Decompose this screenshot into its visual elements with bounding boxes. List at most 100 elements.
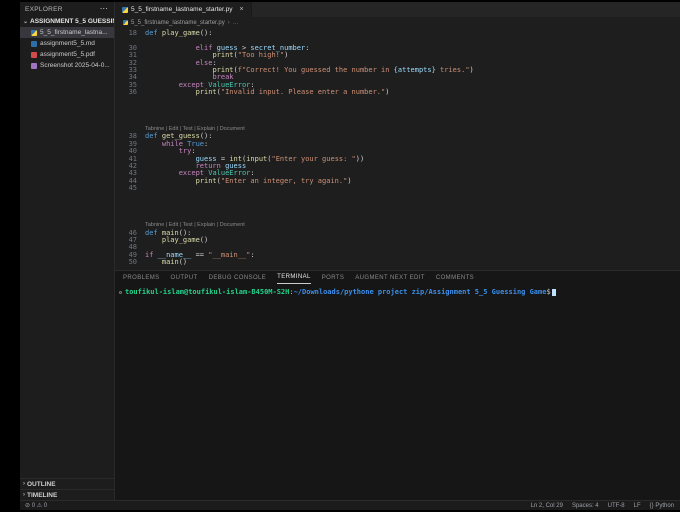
token: (): <box>199 29 213 37</box>
file-item-screenshot-2025-04-0-[interactable]: Screenshot 2025-04-0... <box>20 60 114 71</box>
token: def <box>145 29 158 37</box>
outline-section[interactable]: › OUTLINE <box>20 478 114 489</box>
status-bar: ⊘ 0 ⚠ 0 Ln 2, Col 29 Spaces: 4 UTF-8 LF {} P… <box>20 500 680 510</box>
chevron-right-icon: › <box>23 492 25 498</box>
token: == <box>191 250 209 259</box>
tabnine-codelens[interactable]: Tabnine | Edit | Test | Explain | Docume… <box>115 222 680 229</box>
terminal-user-host: toufikul-islam@toufikul-islam-B450M-S2H <box>125 288 290 296</box>
error-icon: ⊘ <box>25 503 31 509</box>
status-spaces-4[interactable]: Spaces: 4 <box>572 503 599 509</box>
markdown-file-icon <box>31 40 37 47</box>
warning-icon: ⚠ <box>36 503 43 509</box>
breadcrumb-file[interactable]: 5_5_firstname_lastname_starter.py <box>131 20 225 26</box>
file-item-assignment5-5-pdf[interactable]: assignment5_5.pdf <box>20 49 114 60</box>
token: play_game <box>161 235 200 244</box>
editor-tabbar: 5_5_firstname_lastname_starter.py × <box>115 2 680 17</box>
breadcrumb-more: … <box>232 19 239 26</box>
timeline-section[interactable]: › TIMELINE <box>20 489 114 500</box>
terminal-prompt: toufikul-islam@toufikul-islam-B450M-S2H:… <box>117 288 680 296</box>
line-number <box>115 207 137 214</box>
code-spacer <box>115 97 680 104</box>
status-ln-2-col-29[interactable]: Ln 2, Col 29 <box>531 503 563 509</box>
code-spacer <box>115 207 680 214</box>
token: ) <box>284 51 289 60</box>
panel-tab-comments[interactable]: COMMENTS <box>436 272 474 284</box>
breadcrumb[interactable]: 5_5_firstname_lastname_starter.py › … <box>115 17 680 28</box>
file-list: 5_5_firstname_lastna... assignment5_5.mda… <box>20 27 114 71</box>
chevron-down-icon: ⌄ <box>23 19 29 25</box>
status-left: ⊘ 0 ⚠ 0 <box>25 502 47 509</box>
token: "__main__" <box>208 250 251 259</box>
token: () <box>199 235 209 244</box>
bottom-panel: PROBLEMS OUTPUT DEBUG CONSOLE TERMINAL PORTS… <box>115 270 680 500</box>
warning-count: 0 <box>43 503 48 509</box>
code-line-47: 47 play_game() <box>115 235 680 244</box>
line-number <box>115 200 137 207</box>
token: ) <box>385 88 390 97</box>
panel-tab-output[interactable]: OUTPUT <box>171 272 198 284</box>
token: play_game <box>161 29 200 37</box>
outline-label: OUTLINE <box>27 480 56 488</box>
explorer-header: EXPLORER ⋯ <box>20 2 114 16</box>
token: : <box>204 139 209 148</box>
status-lf[interactable]: LF <box>634 503 641 509</box>
code-editor[interactable]: 18 def play_game(): 30 elif guess > secret… <box>115 28 680 270</box>
terminal[interactable]: toufikul-islam@toufikul-islam-B450M-S2H:… <box>115 284 680 500</box>
code-text: def play_game(): <box>145 29 213 37</box>
file-item-5-5-firstname-lastna-[interactable]: 5_5_firstname_lastna... <box>20 27 114 38</box>
errors-warnings-indicator[interactable]: ⊘ 0 ⚠ 0 <box>25 502 47 509</box>
panel-tab-ports[interactable]: PORTS <box>322 272 345 284</box>
panel-tab-terminal[interactable]: TERMINAL <box>277 271 311 284</box>
explorer-title: EXPLORER <box>25 5 63 13</box>
token: "Enter an integer, try again." <box>220 176 348 185</box>
image-file-icon <box>31 62 37 69</box>
panel-tab-debug-console[interactable]: DEBUG CONSOLE <box>209 272 267 284</box>
line-number <box>115 104 137 111</box>
panel-tab-problems[interactable]: PROBLEMS <box>123 272 160 284</box>
error-count: 0 <box>31 503 36 509</box>
screen: EXPLORER ⋯ ⌄ ASSIGNMENT 5_5 GUESSIN... 5… <box>0 0 680 512</box>
main-area: EXPLORER ⋯ ⌄ ASSIGNMENT 5_5 GUESSIN... 5… <box>20 2 680 500</box>
panel-tabbar: PROBLEMS OUTPUT DEBUG CONSOLE TERMINAL PORTS… <box>115 271 680 284</box>
token: "Invalid input. Please enter a number." <box>220 88 386 97</box>
status-utf-8[interactable]: UTF-8 <box>608 503 625 509</box>
code-spacer <box>115 215 680 222</box>
command-decoration-icon <box>119 290 122 294</box>
token: input <box>246 154 268 163</box>
status--python[interactable]: {} Python <box>650 503 674 509</box>
terminal-cwd: ~/Downloads/pythone project zip/Assignme… <box>293 288 547 296</box>
code-text: print("Invalid input. Please enter a num… <box>145 88 390 97</box>
chevron-right-icon: › <box>227 19 230 26</box>
panel-tab-augment-next-edit[interactable]: AUGMENT NEXT EDIT <box>355 272 425 284</box>
token: f"Correct! You guessed the number in <box>237 65 394 74</box>
terminal-dollar: $ <box>546 288 551 296</box>
python-file-icon <box>122 6 128 13</box>
editor-tab[interactable]: 5_5_firstname_lastname_starter.py × <box>115 2 252 17</box>
vscode-window: EXPLORER ⋯ ⌄ ASSIGNMENT 5_5 GUESSIN... 5… <box>20 2 680 510</box>
token: tries." <box>435 65 470 74</box>
code-text: print("Enter an integer, try again.") <box>145 176 352 185</box>
line-number <box>115 111 137 118</box>
code-line-36: 36 print("Invalid input. Please enter a … <box>115 88 680 97</box>
tab-label: 5_5_firstname_lastname_starter.py <box>131 6 233 13</box>
tab-close-icon[interactable]: × <box>240 6 244 13</box>
line-number <box>115 119 137 126</box>
explorer-more-icon[interactable]: ⋯ <box>100 5 108 13</box>
code-line-50: 50 main() <box>115 258 680 267</box>
file-name: assignment5_5.pdf <box>40 51 95 58</box>
code-spacer <box>115 111 680 118</box>
folder-header[interactable]: ⌄ ASSIGNMENT 5_5 GUESSIN... <box>20 16 114 27</box>
token: main <box>161 258 179 267</box>
line-number <box>115 97 137 104</box>
line-number: 36 <box>128 88 137 97</box>
python-file-icon <box>31 29 37 36</box>
token: print <box>195 88 217 97</box>
file-item-assignment5-5-md[interactable]: assignment5_5.md <box>20 38 114 49</box>
code-text: main() <box>145 258 187 267</box>
folder-name: ASSIGNMENT 5_5 GUESSIN... <box>30 18 114 25</box>
code-spacer <box>115 193 680 200</box>
token: )) <box>355 154 365 163</box>
